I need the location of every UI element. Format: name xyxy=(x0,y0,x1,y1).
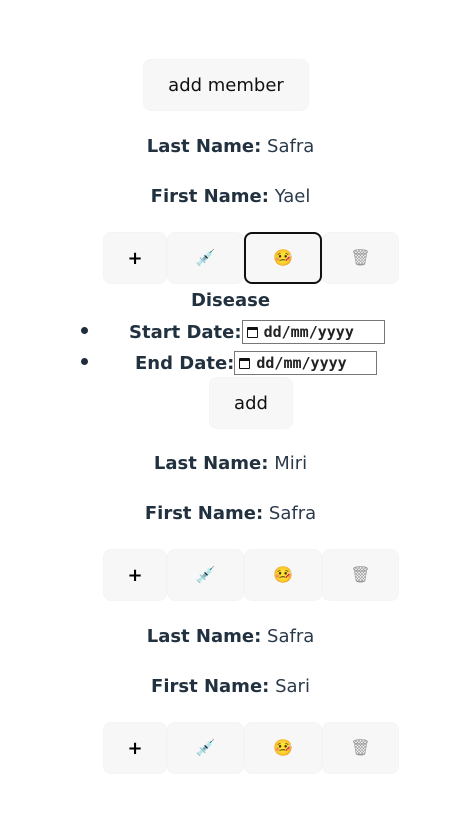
disease-button[interactable]: 🤒 xyxy=(244,722,322,774)
member-2-first-name: First Name: Safra xyxy=(0,503,461,524)
first-name-value: Sari xyxy=(275,676,310,697)
trash-icon: 🗑 xyxy=(350,248,371,267)
member-2-actions: + 💉 🤒 🗑 xyxy=(0,549,461,601)
member-3-actions: + 💉 🤒 🗑 xyxy=(0,722,461,774)
last-name-value: Safra xyxy=(267,136,315,157)
trash-icon: 🗑 xyxy=(350,738,371,757)
add-disease-button[interactable]: add xyxy=(209,377,293,429)
last-name-value: Miri xyxy=(274,453,308,474)
start-date-label: Start Date: xyxy=(129,321,242,343)
vaccine-button[interactable]: 💉 xyxy=(167,232,244,284)
plus-icon: + xyxy=(127,564,143,586)
family-members-page: add member Last Name: Safra First Name: … xyxy=(0,0,461,831)
add-member-button[interactable]: add member xyxy=(143,59,309,111)
first-name-label: First Name: xyxy=(151,676,270,697)
end-date-placeholder: dd/mm/yyyy xyxy=(256,354,347,372)
plus-icon: + xyxy=(127,247,143,269)
calendar-icon[interactable] xyxy=(239,357,251,369)
end-date-input[interactable]: dd/mm/yyyy xyxy=(234,351,378,375)
first-name-label: First Name: xyxy=(144,503,264,524)
bullet xyxy=(81,358,88,365)
first-name-value: Yael xyxy=(274,186,311,207)
vaccine-button[interactable]: 💉 xyxy=(167,722,244,774)
sick-face-icon: 🤒 xyxy=(273,248,293,267)
bullet xyxy=(81,327,88,334)
last-name-value: Safra xyxy=(267,626,315,647)
trash-icon: 🗑 xyxy=(350,565,371,584)
syringe-icon: 💉 xyxy=(195,738,216,757)
member-1-first-name: First Name: Yael xyxy=(0,186,461,207)
member-3-last-name: Last Name: Safra xyxy=(0,626,461,647)
add-button[interactable]: + xyxy=(103,722,167,774)
start-date-row: Start Date: dd/mm/yyyy xyxy=(129,319,385,345)
member-2-last-name: Last Name: Miri xyxy=(0,453,461,474)
last-name-label: Last Name: xyxy=(153,453,269,474)
start-date-input[interactable]: dd/mm/yyyy xyxy=(241,320,385,344)
member-3-first-name: First Name: Sari xyxy=(0,676,461,697)
member-1-last-name: Last Name: Safra xyxy=(0,136,461,157)
vaccine-button[interactable]: 💉 xyxy=(167,549,244,601)
syringe-icon: 💉 xyxy=(195,248,216,267)
syringe-icon: 💉 xyxy=(195,565,216,584)
plus-icon: + xyxy=(127,737,143,759)
first-name-value: Safra xyxy=(268,503,317,524)
sick-face-icon: 🤒 xyxy=(273,565,293,584)
add-button[interactable]: + xyxy=(103,549,167,601)
delete-button[interactable]: 🗑 xyxy=(322,549,399,601)
last-name-label: Last Name: xyxy=(146,626,262,647)
start-date-placeholder: dd/mm/yyyy xyxy=(263,323,354,341)
member-1-actions: + 💉 🤒 🗑 xyxy=(0,232,461,284)
last-name-label: Last Name: xyxy=(146,136,262,157)
first-name-label: First Name: xyxy=(150,186,269,207)
end-date-label: End Date: xyxy=(135,352,235,374)
delete-button[interactable]: 🗑 xyxy=(322,232,399,284)
calendar-icon[interactable] xyxy=(246,326,258,338)
add-button[interactable]: + xyxy=(103,232,167,284)
delete-button[interactable]: 🗑 xyxy=(322,722,399,774)
disease-button[interactable]: 🤒 xyxy=(244,549,322,601)
end-date-row: End Date: dd/mm/yyyy xyxy=(135,350,378,376)
sick-face-icon: 🤒 xyxy=(273,738,293,757)
disease-button[interactable]: 🤒 xyxy=(244,232,322,284)
disease-title: Disease xyxy=(190,290,271,311)
